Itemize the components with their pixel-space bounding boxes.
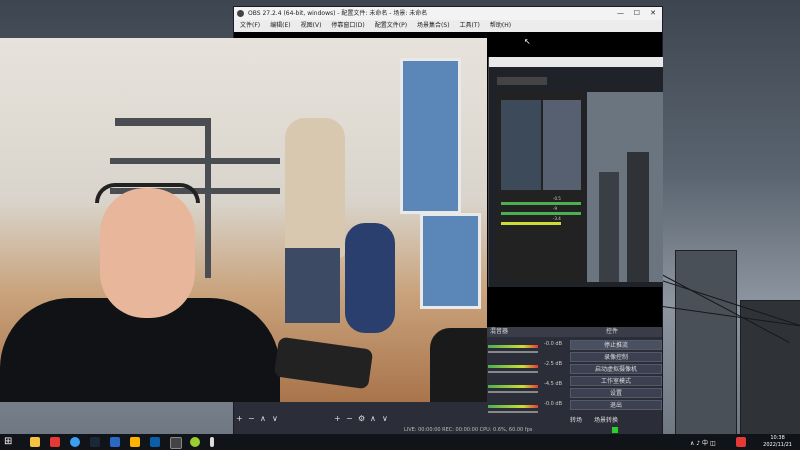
volume-fader[interactable] [488, 391, 538, 393]
volume-fader[interactable] [488, 411, 538, 413]
tab-scene-transition[interactable]: 场景转换 [594, 415, 618, 424]
studio-mode-button[interactable]: 工作室模式 [570, 376, 662, 386]
mixer-db: -0.0 dB [544, 401, 562, 407]
app-icon[interactable] [210, 437, 214, 447]
exit-button[interactable]: 退出 [570, 400, 662, 410]
browser-icon[interactable] [70, 437, 80, 447]
app-icon[interactable] [130, 437, 140, 447]
shelf [205, 118, 211, 278]
menu-edit[interactable]: 编辑(E) [270, 20, 290, 32]
shelf [115, 118, 205, 126]
mixer-channel[interactable]: -4.5 dB [488, 381, 570, 397]
nested-toolbar [497, 77, 547, 85]
clock-time: 10:38 [770, 435, 785, 441]
nested-thumb [543, 100, 581, 190]
taskbar: ⊞ ∧ ♪ 中 ◫ 10:38 2022/11/21 [0, 434, 800, 450]
clock-date: 2022/11/21 [763, 442, 792, 448]
remove-scene-icon[interactable]: − [248, 414, 255, 424]
menu-profile[interactable]: 配置文件(P) [375, 20, 407, 32]
virtual-camera-button[interactable]: 启动虚拟摄像机 [570, 364, 662, 374]
remove-source-icon[interactable]: − [346, 414, 353, 424]
mixer-db: -0.0 dB [544, 341, 562, 347]
mixer-dock-title: 混音器 [490, 328, 509, 335]
obs-title-bar[interactable]: OBS 27.2.4 (64-bit, windows) - 配置文件: 未命名… [234, 7, 662, 20]
person-standing-legs [285, 248, 340, 323]
recording-button[interactable]: 录像控制 [570, 352, 662, 362]
volume-meter [488, 385, 538, 388]
windows-start-icon[interactable]: ⊞ [4, 436, 12, 447]
app-icon[interactable] [150, 437, 160, 447]
nested-thumb [501, 100, 541, 190]
window [400, 58, 461, 214]
nested-meter [501, 202, 581, 205]
controls-dock-title: 控件 [606, 328, 619, 335]
nested-building [599, 172, 619, 282]
chair [430, 328, 487, 402]
minimize-icon[interactable]: — [617, 7, 624, 20]
figure-toy [345, 223, 395, 333]
headphones [95, 183, 200, 203]
mixer-channel[interactable]: -0.0 dB [488, 401, 570, 417]
volume-meter [488, 405, 538, 408]
app-icon[interactable] [50, 437, 60, 447]
obs-taskbar-icon[interactable] [170, 437, 182, 449]
tray-app-icon[interactable] [736, 437, 746, 447]
nested-wallpaper [587, 92, 663, 282]
mixer-channel[interactable]: -0.0 dB [488, 341, 570, 357]
shelf [110, 158, 280, 164]
app-icon[interactable] [110, 437, 120, 447]
close-icon[interactable]: ✕ [650, 7, 656, 20]
app-icon[interactable] [190, 437, 200, 447]
stop-stream-button[interactable]: 停止推流 [570, 340, 662, 350]
wallpaper-building [675, 250, 737, 434]
nested-value: -0.5 [553, 196, 561, 201]
source-settings-icon[interactable]: ⚙ [358, 414, 365, 424]
volume-meter [488, 365, 538, 368]
mixer-channel[interactable]: -2.5 dB [488, 361, 570, 377]
volume-fader[interactable] [488, 371, 538, 373]
menu-docks[interactable]: 停靠窗口(D) [331, 20, 364, 32]
mixer-db: -4.5 dB [544, 381, 562, 387]
nested-meter [501, 212, 581, 215]
volume-fader[interactable] [488, 351, 538, 353]
phone [273, 336, 374, 390]
person-standing [285, 118, 345, 258]
nested-title-bar [489, 57, 663, 67]
nested-value: -9 [553, 206, 557, 211]
system-tray[interactable]: ∧ ♪ 中 ◫ [690, 438, 716, 447]
menu-view[interactable]: 视图(V) [301, 20, 322, 32]
menu-file[interactable]: 文件(F) [240, 20, 260, 32]
nested-preview: -0.5 -9 -3.4 [497, 92, 585, 282]
add-source-icon[interactable]: + [334, 414, 341, 424]
volume-meter [488, 345, 538, 348]
move-up-icon[interactable]: ∧ [260, 414, 266, 424]
tab-transition[interactable]: 转场 [570, 415, 582, 424]
maximize-icon[interactable]: ☐ [634, 7, 640, 20]
add-scene-icon[interactable]: + [236, 414, 243, 424]
stream-health-icon [612, 427, 618, 433]
window [420, 213, 481, 309]
nested-meter [501, 222, 561, 225]
menu-scene-collection[interactable]: 场景集合(S) [417, 20, 450, 32]
obs-logo-icon [237, 10, 244, 17]
move-down-icon[interactable]: ∨ [272, 414, 278, 424]
webcam-feed [0, 38, 487, 402]
steam-icon[interactable] [90, 437, 100, 447]
menu-help[interactable]: 帮助(H) [490, 20, 511, 32]
mixer-db: -2.5 dB [544, 361, 562, 367]
settings-button[interactable]: 设置 [570, 388, 662, 398]
window-title: OBS 27.2.4 (64-bit, windows) - 配置文件: 未命名… [248, 10, 428, 17]
source-up-icon[interactable]: ∧ [370, 414, 376, 424]
source-down-icon[interactable]: ∨ [382, 414, 388, 424]
file-explorer-icon[interactable] [30, 437, 40, 447]
clock[interactable]: 10:38 2022/11/21 [763, 435, 792, 449]
nested-building [627, 152, 649, 282]
menu-tools[interactable]: 工具(T) [460, 20, 480, 32]
person-seated-face [100, 188, 195, 318]
nested-obs-capture: -0.5 -9 -3.4 [488, 57, 663, 287]
mouse-pointer-icon: ↖ [524, 37, 531, 46]
menu-bar: 文件(F) 编辑(E) 视图(V) 停靠窗口(D) 配置文件(P) 场景集合(S… [234, 20, 662, 32]
nested-value: -3.4 [553, 216, 561, 221]
